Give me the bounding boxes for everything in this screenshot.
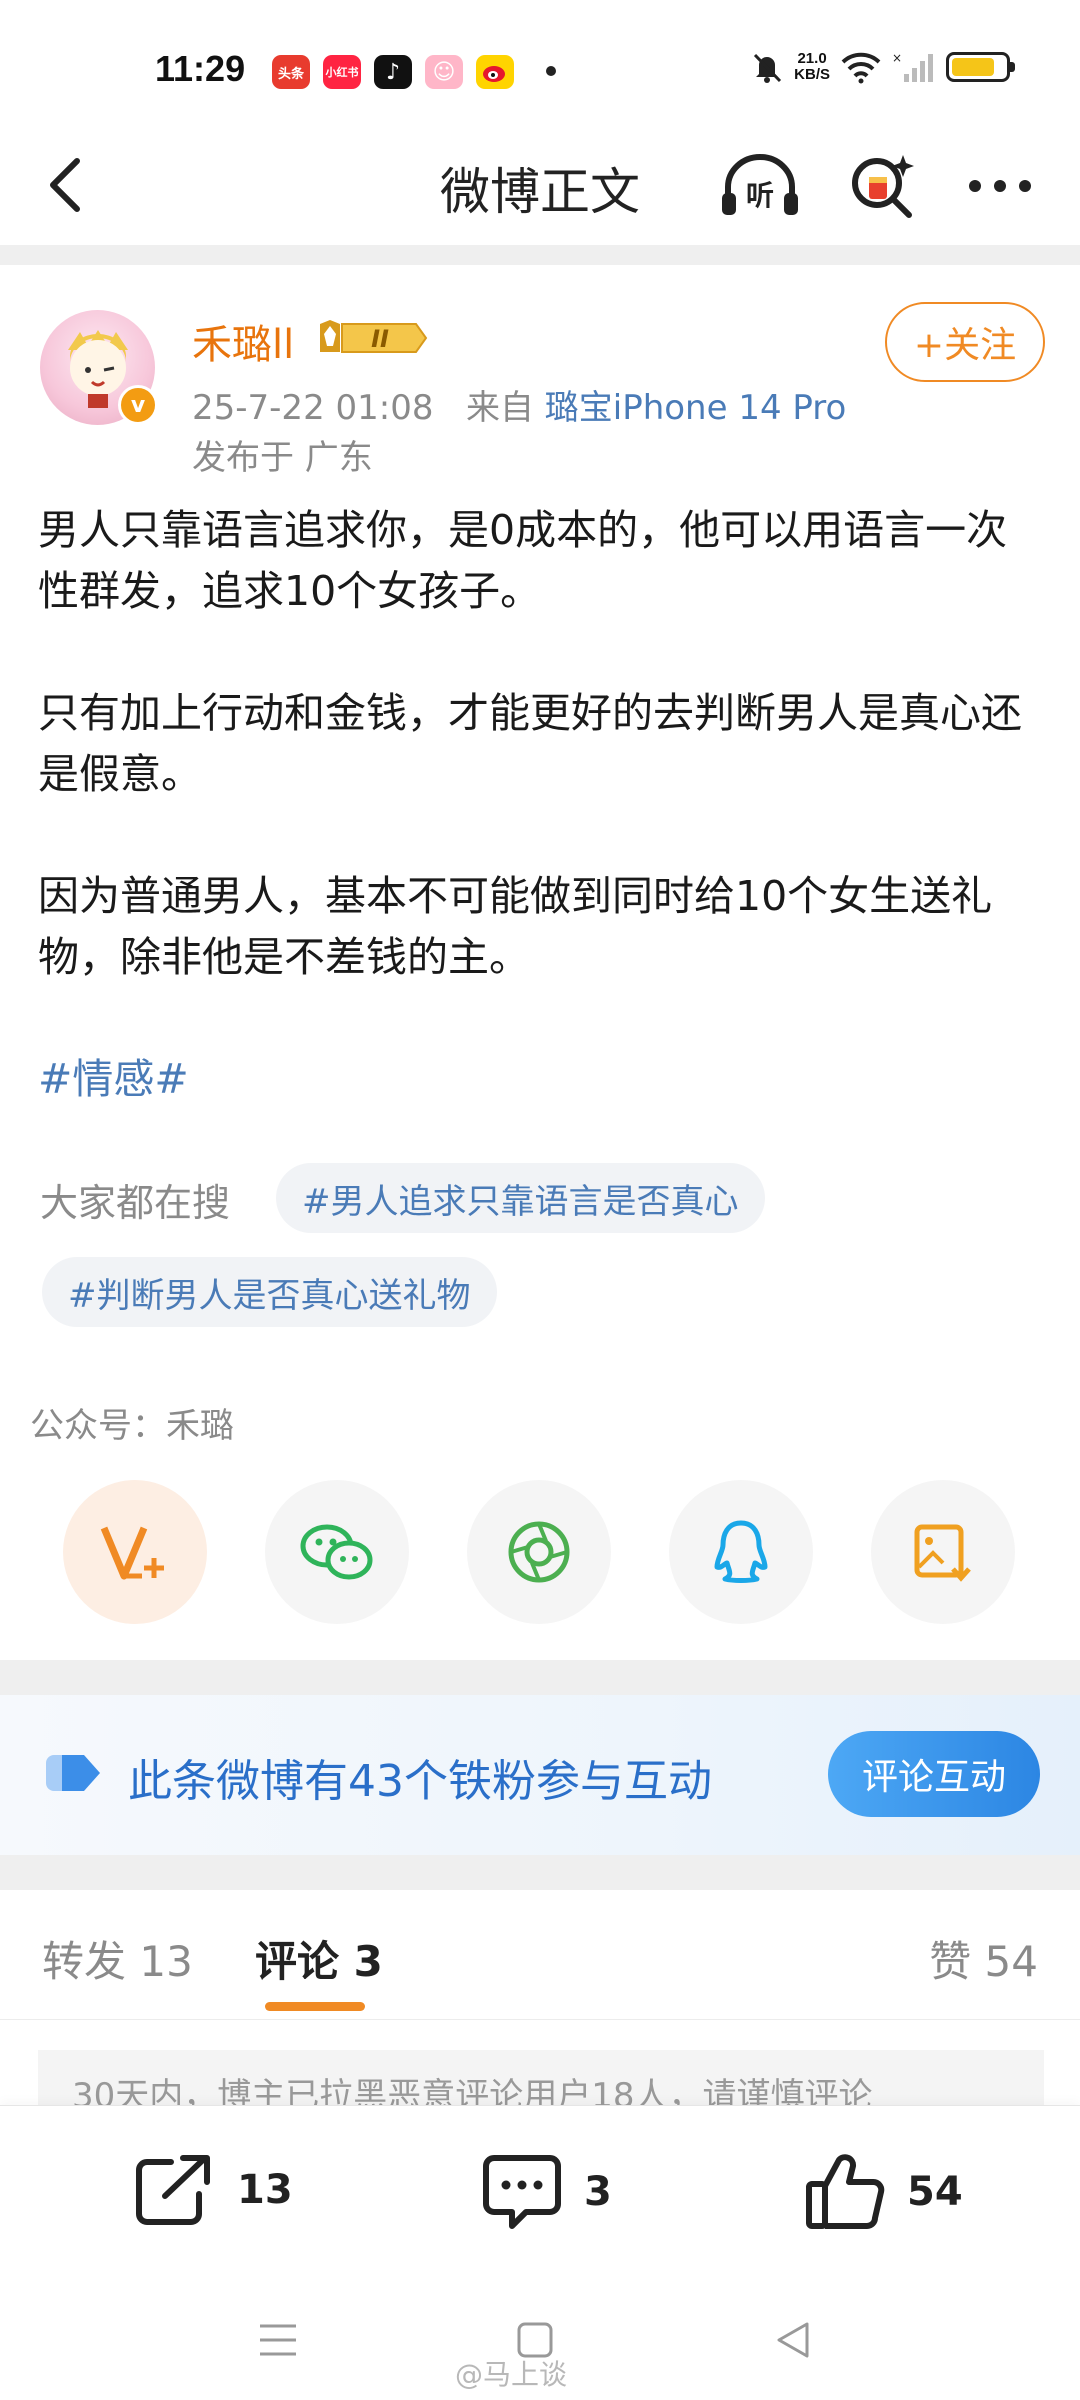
search-chip[interactable]: #判断男人是否真心送礼物 <box>42 1257 497 1327</box>
search-chip[interactable]: #男人追求只靠语言是否真心 <box>276 1163 765 1233</box>
fans-banner-text: 此条微博有43个铁粉参与互动 <box>128 1756 712 1807</box>
comment-count: 3 <box>584 2169 612 2215</box>
smart-search-button[interactable] <box>842 146 922 226</box>
svg-text:×: × <box>892 51 902 65</box>
qq-icon <box>714 1520 768 1583</box>
tab-likes[interactable]: 赞 54 <box>929 1928 1038 1989</box>
net-speed-value: 21.0 <box>797 50 827 67</box>
public-account-label: 公众号：禾璐 <box>30 1406 234 1446</box>
section-divider <box>0 1855 1080 1890</box>
toutiao-app-icon: 头条 <box>272 55 310 89</box>
more-button[interactable] <box>960 146 1040 226</box>
tab-reposts[interactable]: 转发 13 <box>42 1928 193 1989</box>
like-button[interactable]: 54 <box>805 2154 963 2230</box>
search-sparkle-icon <box>852 155 914 218</box>
bottom-action-bar: 13 3 54 <box>0 2105 1080 2280</box>
more-dots-icon <box>969 180 1031 192</box>
username[interactable]: 禾璐ll <box>192 312 294 370</box>
post-paragraph: 只有加上行动和金钱，才能更好的去判断男人是真心还是假意。 <box>38 689 1022 798</box>
post-meta: 25-7-22 01:08 来自 璐宝iPhone 14 Pro <box>192 380 846 429</box>
weibo-watermark: @马上谈 <box>455 2358 568 2391</box>
level-text: II <box>371 325 389 353</box>
tab-comments[interactable]: 评论 3 <box>255 1928 383 1989</box>
source-prefix: 来自 <box>465 388 534 428</box>
repost-button[interactable]: 13 <box>135 2154 293 2226</box>
comment-bubble-icon <box>483 2155 561 2229</box>
post-source-link[interactable]: 璐宝iPhone 14 Pro <box>545 388 847 428</box>
share-qq-button[interactable] <box>669 1480 813 1624</box>
tiktok-app-icon: ♪ <box>374 55 412 89</box>
vplus-icon <box>100 1526 164 1580</box>
status-icons: 21.0 KB/S × <box>750 50 1015 84</box>
net-speed-unit: KB/S <box>794 66 830 83</box>
active-tab-indicator <box>265 2002 365 2011</box>
topic-hashtag[interactable]: #情感# <box>38 1049 1048 1110</box>
follow-button[interactable]: +关注 <box>885 302 1045 382</box>
triangle-back-icon <box>777 2322 809 2358</box>
fans-interaction-banner[interactable]: 此条微博有43个铁粉参与互动 评论互动 <box>0 1695 1080 1855</box>
battery-icon <box>946 52 1015 82</box>
notification-dot <box>546 66 556 76</box>
system-back-button[interactable] <box>762 2310 822 2370</box>
save-image-button[interactable] <box>871 1480 1015 1624</box>
post-tabs: 转发 13 评论 3 赞 54 <box>0 1890 1080 2020</box>
listen-button[interactable]: 听 <box>720 146 800 226</box>
share-vplus-button[interactable] <box>63 1480 207 1624</box>
comment-button[interactable]: 3 <box>482 2154 612 2230</box>
post-body: 男人只靠语言追求你，是0成本的，他可以用语言一次性群发，追求10个女孩子。 只有… <box>38 500 1048 1171</box>
comment-notice-text: 30天内，博主已拉黑恶意评论用户18人，请谨慎评论 <box>72 2076 873 2110</box>
mute-bell-icon <box>754 53 782 83</box>
like-count: 54 <box>907 2169 963 2215</box>
status-bar: 11:29 头条 小红书 ♪ ☺ 21.0 KB/S × <box>0 0 1080 130</box>
post-paragraph: 因为普通男人，基本不可能做到同时给10个女生送礼物，除非他是不差钱的主。 <box>38 872 993 981</box>
verified-badge: v <box>118 385 158 425</box>
recent-apps-button[interactable] <box>248 2310 308 2370</box>
game-app-icon: ☺ <box>425 55 463 89</box>
comment-notice: 30天内，博主已拉黑恶意评论用户18人，请谨慎评论 <box>38 2050 1044 2110</box>
headphones-icon: 听 <box>722 154 798 215</box>
top-nav-bar: 微博正文 听 <box>0 130 1080 245</box>
share-wechat-button[interactable] <box>265 1480 409 1624</box>
comment-interact-button[interactable]: 评论互动 <box>828 1731 1040 1817</box>
arrow-badge-icon <box>46 1755 100 1791</box>
section-divider <box>0 1660 1080 1695</box>
signal-icon: × <box>892 51 933 82</box>
weibo-app-icon <box>476 55 514 89</box>
moments-icon <box>508 1521 570 1583</box>
post-location: 发布于 广东 <box>192 438 373 478</box>
trending-search-label: 大家都在搜 <box>40 1181 231 1225</box>
wechat-icon <box>300 1524 373 1580</box>
repost-count: 13 <box>237 2167 293 2213</box>
clock: 11:29 <box>155 48 246 89</box>
section-divider <box>0 245 1080 265</box>
xiaohongshu-app-icon: 小红书 <box>323 55 361 89</box>
wifi-icon <box>841 52 881 84</box>
net-speed: 21.0 KB/S <box>794 51 830 83</box>
share-arrow-icon <box>136 2155 210 2225</box>
share-moments-button[interactable] <box>467 1480 611 1624</box>
battery-level <box>952 58 994 76</box>
menu-icon <box>260 2324 296 2356</box>
save-image-icon <box>914 1524 971 1582</box>
post-date: 25-7-22 01:08 <box>192 388 434 428</box>
listen-label: 听 <box>746 179 774 212</box>
member-level-badge[interactable]: II <box>318 318 428 358</box>
post-paragraph: 男人只靠语言追求你，是0成本的，他可以用语言一次性群发，追求10个女孩子。 <box>38 506 1008 615</box>
thumbs-up-icon <box>806 2154 885 2229</box>
